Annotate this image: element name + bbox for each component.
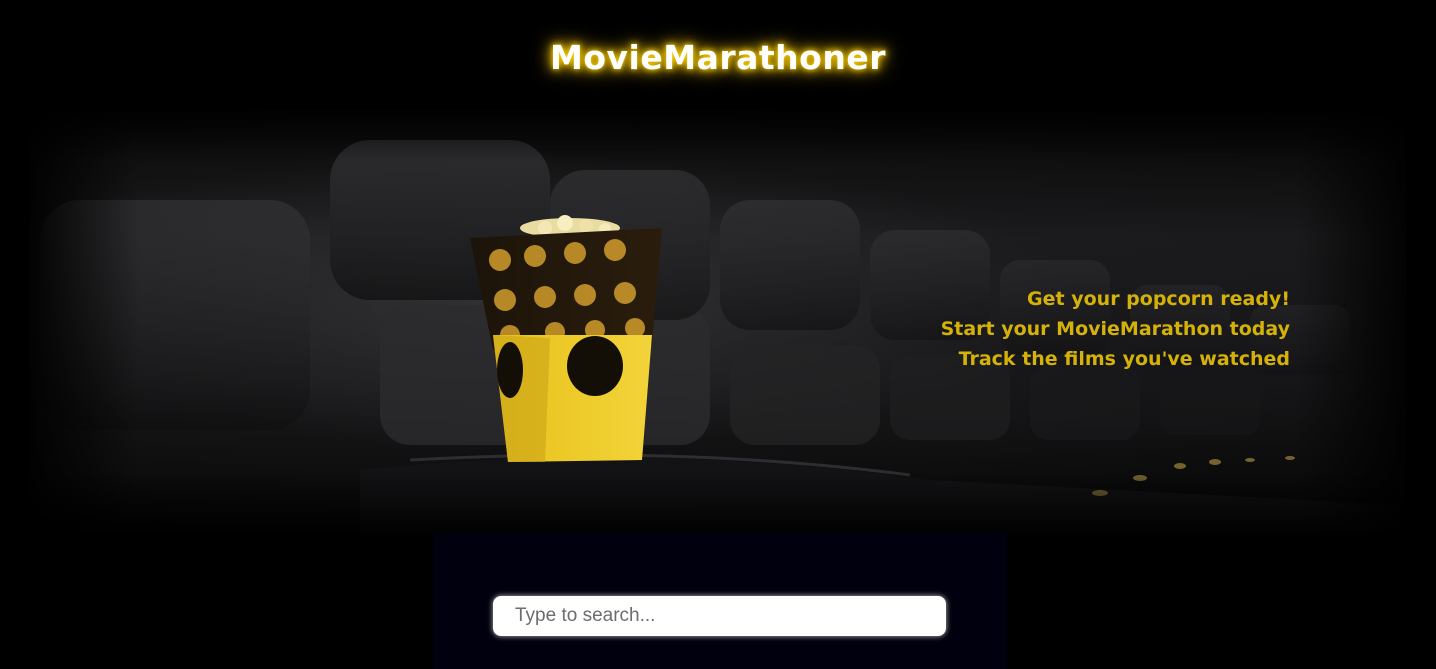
search-input[interactable] [493, 596, 946, 636]
tagline-line: Get your popcorn ready! [1027, 288, 1290, 310]
tagline-line: Start your MovieMarathon today [940, 318, 1290, 340]
site-title: MovieMarathoner [550, 38, 886, 77]
tagline-line: Track the films you've watched [958, 348, 1290, 370]
page: MovieMarathoner Get your popcorn ready! … [0, 0, 1436, 669]
hero-tagline: Get your popcorn ready! Start your Movie… [941, 284, 1290, 374]
